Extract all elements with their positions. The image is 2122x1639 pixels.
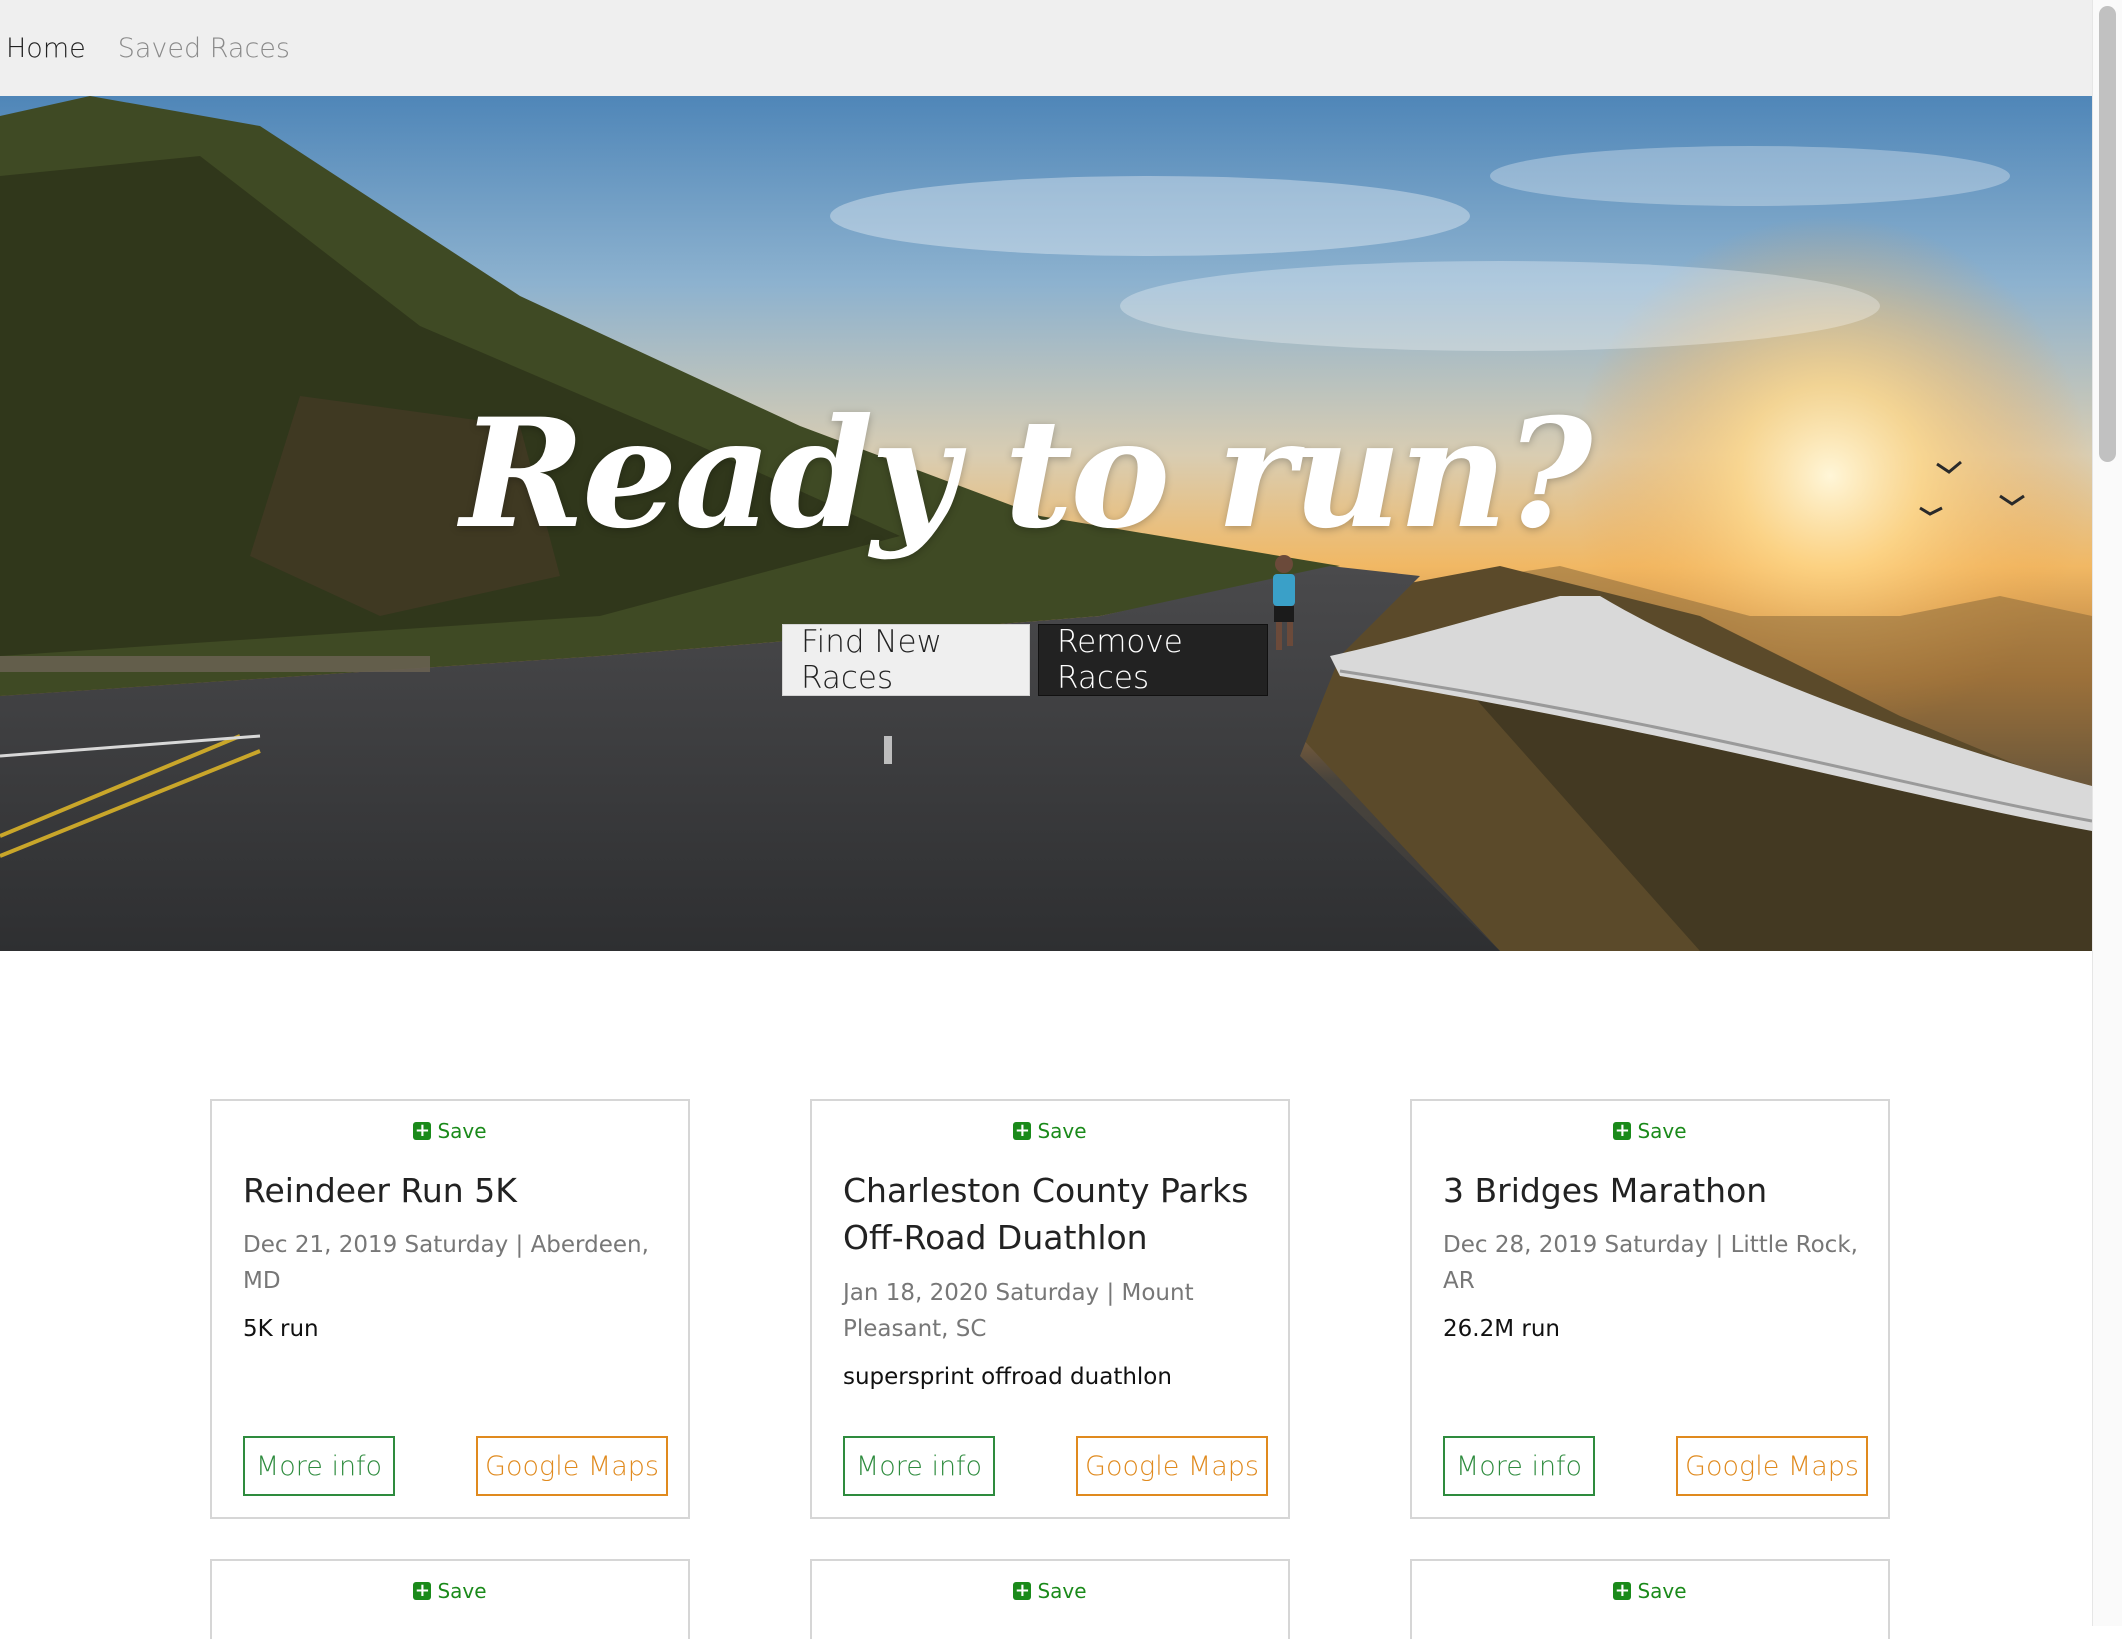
save-label: Save [437,1119,487,1143]
save-race-button[interactable]: + Save [1412,1579,1888,1603]
more-info-button[interactable]: More info [243,1436,395,1496]
race-date-location: Dec 28, 2019 Saturday | Little Rock, AR [1443,1232,1858,1294]
race-date-location: Jan 18, 2020 Saturday | Mount Pleasant, … [843,1280,1194,1342]
race-title: 3 Bridges Marathon [1443,1171,1768,1210]
top-navbar: Home Saved Races [0,0,2092,96]
plus-square-icon: + [1613,1120,1632,1141]
race-description: supersprint offroad duathlon [843,1364,1172,1390]
plus-square-icon: + [413,1580,432,1601]
race-title: Charleston County Parks Off-Road Duathlo… [843,1171,1249,1257]
plus-square-icon: + [413,1120,432,1141]
plus-square-icon: + [1613,1580,1632,1601]
hero-button-group: Find New Races Remove Races [782,624,1268,696]
save-race-button[interactable]: + Save [1412,1119,1888,1143]
race-card: + Save Reindeer Run 5K Dec 21, 2019 Satu… [210,1099,690,1519]
race-description: 26.2M run [1443,1316,1560,1342]
nav-home-link[interactable]: Home [6,33,86,64]
find-new-races-button[interactable]: Find New Races [782,624,1030,696]
hero-banner: Ready to run? Find New Races Remove Race… [0,96,2092,951]
save-race-button[interactable]: + Save [812,1119,1288,1143]
page-scrollbar-thumb[interactable] [2099,6,2116,462]
save-label: Save [1037,1119,1087,1143]
save-race-button[interactable]: + Save [212,1579,688,1603]
race-card: + Save [210,1559,690,1639]
save-label: Save [437,1579,487,1603]
plus-square-icon: + [1013,1580,1032,1601]
race-card: + Save [810,1559,1290,1639]
google-maps-button[interactable]: Google Maps [1676,1436,1868,1496]
save-race-button[interactable]: + Save [812,1579,1288,1603]
save-race-button[interactable]: + Save [212,1119,688,1143]
plus-square-icon: + [1013,1120,1032,1141]
race-title: Reindeer Run 5K [243,1171,517,1210]
remove-races-button[interactable]: Remove Races [1038,624,1268,696]
more-info-button[interactable]: More info [843,1436,995,1496]
save-label: Save [1037,1579,1087,1603]
google-maps-button[interactable]: Google Maps [476,1436,668,1496]
race-card: + Save [1410,1559,1890,1639]
nav-saved-races-link[interactable]: Saved Races [118,33,290,64]
more-info-button[interactable]: More info [1443,1436,1595,1496]
google-maps-button[interactable]: Google Maps [1076,1436,1268,1496]
save-label: Save [1637,1579,1687,1603]
race-card: + Save 3 Bridges Marathon Dec 28, 2019 S… [1410,1099,1890,1519]
hero-title: Ready to run? [460,386,1592,562]
race-description: 5K run [243,1316,319,1342]
save-label: Save [1637,1119,1687,1143]
race-date-location: Dec 21, 2019 Saturday | Aberdeen, MD [243,1232,649,1294]
race-card: + Save Charleston County Parks Off-Road … [810,1099,1290,1519]
